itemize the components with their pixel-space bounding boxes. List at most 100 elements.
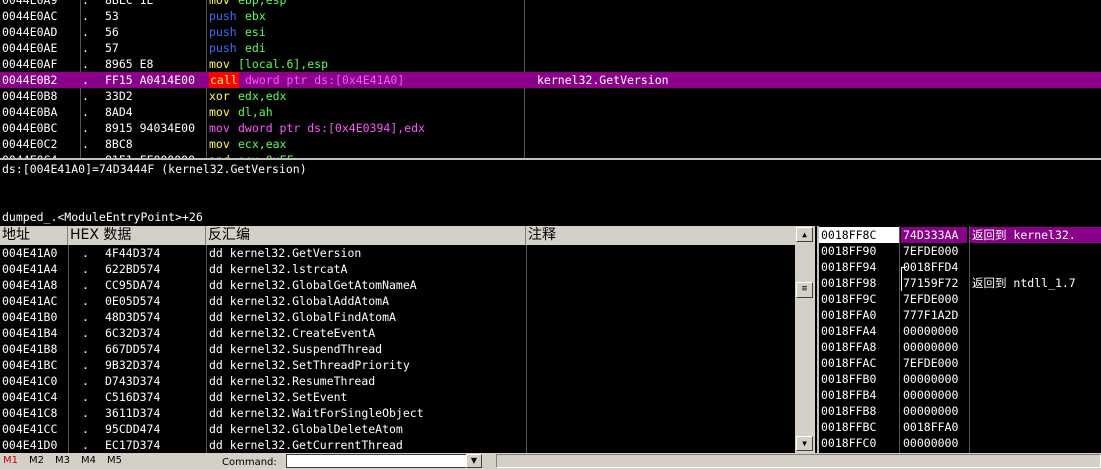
stack-address: 0018FFC0 [821, 436, 877, 450]
disasm-address: 0044E0AD [2, 25, 58, 39]
stack-row[interactable]: 0018FFAC 7EFDE000 [819, 355, 1101, 371]
dump-marker: . [82, 358, 89, 372]
dump-row[interactable]: 004E41B8. 667DD574 dd kernel32.SuspendThre… [0, 341, 795, 357]
stack-row[interactable]: 0018FF98 77159F72 返回到 ntdll_1.7 [819, 275, 1101, 291]
scroll-up-button[interactable]: ▲ [796, 227, 813, 242]
disasm-row[interactable]: 0044E0BC. 8915 94034E00 mov dword ptr ds:[0… [0, 120, 1101, 136]
disasm-address: 0044E0A9 [2, 0, 58, 7]
disasm-row[interactable]: 0044E0AF. 8965 E8 mov [local.6],esp [0, 56, 1101, 72]
scroll-thumb[interactable]: ≡ [796, 282, 813, 298]
dump-header-comment[interactable]: 注释 [526, 226, 795, 245]
stack-address: 0018FF90 [821, 244, 877, 258]
m1-tab[interactable]: M1 [3, 455, 18, 467]
dump-row[interactable]: 004E41A0. 4F44D374 dd kernel32.GetVersion [0, 245, 795, 261]
stack-address: 0018FFB4 [821, 388, 877, 402]
stack-row[interactable]: 0018FFA8 00000000 [819, 339, 1101, 355]
stack-row[interactable]: 0018FFA4 00000000 [819, 323, 1101, 339]
command-input[interactable] [286, 454, 482, 468]
dump-disasm: dd kernel32.GlobalGetAtomNameA [209, 278, 417, 292]
dump-row[interactable]: 004E41BC. 9B32D374 dd kernel32.SetThreadPr… [0, 357, 795, 373]
dump-row[interactable]: 004E41B4. 6C32D374 dd kernel32.CreateEvent… [0, 325, 795, 341]
dump-row[interactable]: 004E41A4. 622BD574 dd kernel32.lstrcatA [0, 261, 795, 277]
dump-header-hex[interactable]: HEX 数据 [68, 226, 206, 245]
disasm-row[interactable]: 0044E0BA. 8AD4 mov dl,ah [0, 104, 1101, 120]
stack-address: 0018FFA0 [821, 308, 877, 322]
stack-pane[interactable]: 0018FF8C 74D333AA 返回到 kernel32. 0018FF90 7EF… [817, 226, 1101, 453]
stack-row[interactable]: 0018FFB4 00000000 [819, 387, 1101, 403]
dump-address: 004E41AC [2, 294, 58, 308]
disasm-hex: 56 [105, 25, 119, 39]
stack-row[interactable]: 0018FF94 0018FFD4 [819, 259, 1101, 276]
disasm-hex: 33D2 [105, 89, 133, 103]
stack-row[interactable]: 0018FFB8 00000000 [819, 403, 1101, 419]
dump-row[interactable]: 004E41A8. CC95DA74 dd kernel32.GlobalGetAt… [0, 277, 795, 293]
dump-marker: . [82, 438, 89, 452]
dump-scrollbar[interactable]: ▲ ≡ ▼ [795, 226, 815, 453]
m4-tab[interactable]: M4 [81, 455, 96, 467]
stack-frame-bracket [901, 275, 906, 291]
stack-address: 0018FFB0 [821, 372, 877, 386]
dump-disasm: dd kernel32.GlobalFindAtomA [209, 310, 396, 324]
dump-row[interactable]: 004E41D0. EC17D374 dd kernel32.GetCurrentT… [0, 437, 795, 453]
dump-hex: D743D374 [105, 374, 161, 388]
stack-value: 7EFDE000 [903, 244, 959, 258]
stack-address: 0018FFA8 [821, 340, 877, 354]
dump-marker: . [82, 262, 89, 276]
stack-value: 77159F72 [903, 276, 959, 290]
disasm-mnemonic: mov [209, 57, 230, 71]
stack-value: 777F1A2D [903, 308, 959, 322]
disasm-marker: . [82, 89, 89, 103]
m3-tab[interactable]: M3 [55, 455, 70, 467]
disasm-mnemonic: call [209, 72, 239, 88]
dump-marker: . [82, 246, 89, 260]
dump-address: 004E41A0 [2, 246, 58, 260]
dump-header: 地址 HEX 数据 反汇编 注释 [0, 226, 815, 246]
dump-row[interactable]: 004E41CC. 95CDD474 dd kernel32.GlobalDelet… [0, 421, 795, 437]
disasm-hex: 53 [105, 9, 119, 23]
dump-row[interactable]: 004E41AC. 0E05D574 dd kernel32.GlobalAddAt… [0, 293, 795, 309]
disassembly-pane[interactable]: 0044E0A9. 8BEC 1E mov ebp,esp 0044E0AC. 53 pus… [0, 0, 1101, 158]
disasm-row[interactable]: 0044E0C2. 8BC8 mov ecx,eax [0, 136, 1101, 152]
dump-marker: . [82, 294, 89, 308]
stack-row[interactable]: 0018FFC0 00000000 [819, 435, 1101, 451]
disasm-row[interactable]: 0044E0AD. 56 push esi [0, 24, 1101, 40]
disasm-marker: . [82, 0, 89, 7]
disasm-marker: . [82, 57, 89, 71]
stack-row[interactable]: 0018FFBC 0018FFA0 [819, 419, 1101, 435]
stack-row[interactable]: 0018FF9C 7EFDE000 [819, 291, 1101, 307]
disasm-row[interactable]: 0044E0B8. 33D2 xor edx,edx [0, 88, 1101, 104]
chevron-down-icon[interactable]: ▼ [466, 454, 482, 468]
memory-dump-pane[interactable]: 004E41A0. 4F44D374 dd kernel32.GetVersion 0… [0, 245, 795, 453]
dump-marker: . [82, 342, 89, 356]
stack-row[interactable]: 0018FFB0 00000000 [819, 371, 1101, 387]
dump-marker: . [82, 326, 89, 340]
dump-row[interactable]: 004E41B0. 48D3D574 dd kernel32.GlobalFindA… [0, 309, 795, 325]
disasm-address: 0044E0C2 [2, 137, 58, 151]
dump-row[interactable]: 004E41C0. D743D374 dd kernel32.ResumeThrea… [0, 373, 795, 389]
disasm-row[interactable]: 0044E0AE. 57 push edi [0, 40, 1101, 56]
stack-row[interactable]: 0018FF90 7EFDE000 [819, 243, 1101, 259]
m5-tab[interactable]: M5 [107, 455, 122, 467]
stack-row[interactable]: 0018FF8C 74D333AA 返回到 kernel32. [819, 227, 1101, 243]
disasm-comment [537, 8, 837, 24]
dump-row[interactable]: 004E41C4. C516D374 dd kernel32.SetEvent [0, 389, 795, 405]
stack-row[interactable]: 0018FFA0 777F1A2D [819, 307, 1101, 323]
info-pane: ds:[004E41A0]=74D3444F (kernel32.GetVers… [0, 158, 1101, 228]
dump-header-disasm[interactable]: 反汇编 [206, 226, 526, 245]
stack-value: 00000000 [903, 340, 959, 354]
disasm-row[interactable]: 0044E0A9. 8BEC 1E mov ebp,esp [0, 0, 1101, 8]
disasm-operands: [local.6],esp [238, 57, 329, 71]
dump-disasm: dd kernel32.SetThreadPriority [209, 358, 410, 372]
disasm-operands: ecx,eax [238, 137, 287, 151]
dump-row[interactable]: 004E41C8. 3611D374 dd kernel32.WaitForSing… [0, 405, 795, 421]
disasm-marker: . [82, 73, 89, 87]
disasm-row[interactable]: 0044E0AC. 53 push ebx [0, 8, 1101, 24]
dump-hex: 622BD574 [105, 262, 161, 276]
stack-comment: 返回到 kernel32. [970, 227, 1101, 243]
dump-header-address[interactable]: 地址 [0, 226, 68, 245]
disasm-mnemonic: mov [209, 0, 230, 7]
scroll-down-button[interactable]: ▼ [796, 436, 813, 451]
disasm-row[interactable]: 0044E0B2. FF15 A0414E00 call dword ptr ds:[… [0, 72, 1101, 88]
m2-tab[interactable]: M2 [29, 455, 44, 467]
disasm-operands: edi [245, 41, 266, 55]
